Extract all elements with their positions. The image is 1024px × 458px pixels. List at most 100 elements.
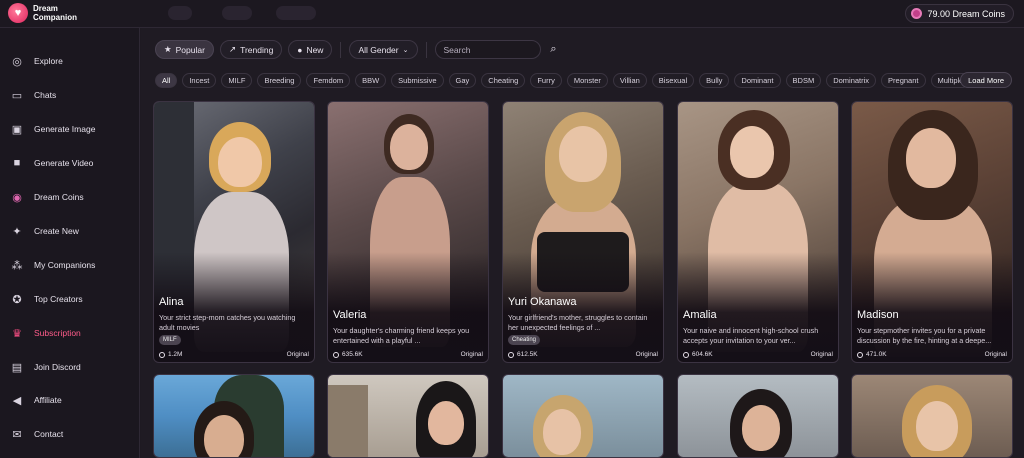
companion-card[interactable] [851,374,1013,458]
coin-icon [911,8,923,19]
logo-line-2: Companion [33,13,77,22]
star-icon: ★ [164,44,172,54]
sidebar-item-label: Generate Video [34,158,94,168]
sidebar-item-generate-video[interactable]: ■ Generate Video [10,152,94,174]
companion-card[interactable]: Madison Your stepmother invites you for … [851,101,1013,363]
chat-count-value: 604.6K [692,351,713,358]
logo-text: Dream Companion [33,4,77,22]
companion-card[interactable]: Alina Your strict step-mom catches you w… [153,101,315,363]
category-tag[interactable]: Submissive [391,73,444,88]
sidebar-item-label: Join Discord [34,362,81,372]
category-tag[interactable]: Femdom [306,73,351,88]
search-icon[interactable]: ⌕ [547,43,561,57]
chat-count-value: 471.0K [866,351,887,358]
sidebar-item-create-new[interactable]: ✦ Create New [10,220,79,242]
category-tag[interactable]: Dominant [734,73,781,88]
companion-card[interactable] [677,374,839,458]
sort-new-label: New [306,44,324,55]
sort-new-button[interactable]: ● New [288,40,333,59]
chat-bubble-icon [857,351,863,358]
sidebar-item-contact[interactable]: ✉ Contact [10,423,63,445]
sidebar-item-my-companions[interactable]: ⁂ My Companions [10,254,96,276]
category-tag[interactable]: Furry [530,73,562,88]
category-tag[interactable]: All [155,73,178,88]
sidebar-item-label: Contact [34,429,64,439]
category-tag[interactable]: BDSM [785,73,822,88]
globe-icon: ◎ [12,55,22,68]
sort-popular-label: Popular [175,44,205,55]
companion-card[interactable] [327,374,489,458]
companion-description: Your girlfriend's mother, struggles to c… [508,313,648,332]
companion-name: Valeria [333,309,367,321]
category-tag[interactable]: Gay [448,73,477,88]
companion-card[interactable] [153,374,315,458]
divider [425,41,427,58]
chat-count: 1.2M [159,351,182,358]
megaphone-icon: ◀ [12,394,22,407]
companion-card[interactable]: Valeria Your daughter's charming friend … [327,101,489,363]
sidebar-item-join-discord[interactable]: ▤ Join Discord [10,356,81,378]
sidebar-item-label: Top Creators [34,294,83,304]
companion-card[interactable]: Yuri Okanawa Your girlfriend's mother, s… [502,101,664,363]
mail-icon: ✉ [12,428,22,441]
image-icon: ▣ [11,123,23,136]
gender-select[interactable]: All Gender ⌄ [349,40,418,59]
companion-image [852,375,1012,457]
category-tag[interactable]: Cheating [481,73,526,88]
chat-count: 471.0K [857,351,887,358]
sidebar-item-label: Explore [34,56,63,66]
original-label: Original [635,351,658,358]
dream-coins-balance[interactable]: 79.00 Dream Coins [905,4,1014,23]
companion-image [154,375,314,457]
sidebar-item-chats[interactable]: ▭ Chats [10,84,56,106]
category-tag[interactable]: BBW [355,73,387,88]
companion-card[interactable]: Amalia Your naive and innocent high-scho… [677,101,839,363]
chat-count: 604.6K [683,351,713,358]
chat-bubble-icon [333,351,339,358]
flame-icon: ● [297,44,303,55]
sidebar-item-subscription[interactable]: ♛ Subscription [10,322,81,344]
app-window: ♥ Dream Companion 79.00 Dream Coins ◎ Ex… [0,0,1024,458]
category-tag[interactable]: Bully [699,73,730,88]
discord-icon: ▤ [11,361,23,374]
sidebar-item-top-creators[interactable]: ✪ Top Creators [10,288,83,310]
category-tag[interactable]: Villian [612,73,647,88]
companion-description: Your daughter's charming friend keeps yo… [333,326,470,345]
category-tag[interactable]: Monster [566,73,608,88]
sidebar-item-label: Chats [34,90,57,100]
card-shade [678,252,838,362]
figure-face [742,405,780,451]
category-tag[interactable]: Breeding [257,73,302,88]
companion-name: Alina [159,296,184,308]
sidebar: ◎ Explore ▭ Chats ▣ Generate Image ■ Gen… [0,28,140,458]
original-label: Original [984,351,1007,358]
companion-card[interactable] [502,374,664,458]
sidebar-item-label: Dream Coins [34,192,84,202]
trending-icon: ↗ [228,44,237,54]
search-input[interactable] [434,40,541,59]
sidebar-item-explore[interactable]: ◎ Explore [10,50,63,72]
category-tag[interactable]: Incest [182,73,217,88]
sidebar-item-affiliate[interactable]: ◀ Affiliate [10,389,62,411]
main-content: ★ Popular ↗ Trending ● New All Gender ⌄ … [141,28,1024,458]
sidebar-item-generate-image[interactable]: ▣ Generate Image [10,118,96,140]
companions-icon: ⁂ [11,259,23,272]
chat-count: 635.6K [333,351,363,358]
logo-heart-icon: ♥ [8,3,28,23]
category-tag[interactable]: Bisexual [651,73,695,88]
sidebar-item-dream-coins[interactable]: ◉ Dream Coins [10,186,84,208]
sort-trending-button[interactable]: ↗ Trending [219,40,283,59]
load-more-button[interactable]: Load More [960,72,1012,88]
companion-image [328,375,488,457]
gender-select-value: All Gender [358,44,399,55]
sort-popular-button[interactable]: ★ Popular [155,40,214,59]
original-label: Original [286,351,309,358]
category-tag[interactable]: Pregnant [881,73,926,88]
category-tag[interactable]: MILF [221,73,253,88]
header-blurred-item [222,6,252,20]
companion-tag-badge: Cheating [508,335,541,345]
category-tag[interactable]: Dominatrix [826,73,877,88]
original-label: Original [810,351,833,358]
logo[interactable]: ♥ Dream Companion [8,3,77,23]
chat-count: 612.5K [508,351,538,358]
